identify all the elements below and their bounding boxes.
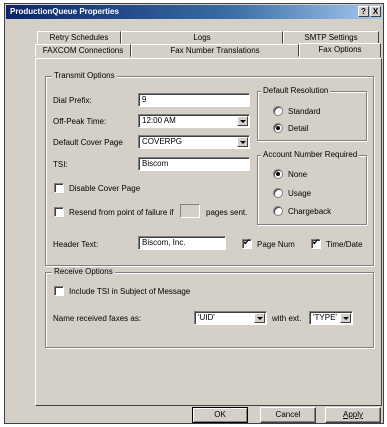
- cover-page-value: COVERPG: [142, 137, 183, 146]
- resend-label: Resend from point of failure if: [69, 208, 174, 217]
- transmit-options-group: Transmit Options Dial Prefix: 9 Off-Peak…: [45, 71, 374, 266]
- tab-fax-number-translations[interactable]: Fax Number Translations: [131, 44, 299, 57]
- tsi-input[interactable]: Biscom: [138, 157, 250, 171]
- header-text-input[interactable]: Biscom, Inc.: [138, 236, 226, 250]
- tab-faxcom-connections[interactable]: FAXCOM Connections: [35, 44, 131, 57]
- window-title: ProductionQueue Properties: [10, 7, 119, 16]
- resolution-detail-radio[interactable]: [273, 123, 283, 133]
- apply-label: Apply: [342, 410, 363, 419]
- time-date-label: Time/Date: [326, 240, 363, 249]
- page-num-checkbox[interactable]: [242, 237, 252, 249]
- cancel-button[interactable]: Cancel: [260, 407, 316, 423]
- tab-fax-options[interactable]: Fax Options: [299, 43, 381, 58]
- disable-cover-page-checkbox[interactable]: [54, 183, 64, 193]
- with-ext-label: with ext.: [272, 314, 302, 323]
- properties-dialog: ProductionQueue Properties ? X Retry Sch…: [4, 3, 384, 424]
- ok-label: OK: [214, 410, 226, 419]
- header-text-label: Header Text:: [53, 240, 99, 249]
- page-num-label: Page Num: [257, 240, 295, 249]
- transmit-options-legend: Transmit Options: [52, 71, 117, 80]
- account-number-group: Account Number Required None Usage Charg…: [257, 150, 367, 225]
- pages-sent-label: pages sent.: [206, 208, 248, 217]
- name-faxes-label: Name received faxes as:: [53, 314, 142, 323]
- name-faxes-select[interactable]: 'UID': [194, 311, 267, 325]
- receive-options-group: Receive Options Include TSI in Subject o…: [45, 267, 374, 348]
- include-tsi-checkbox[interactable]: [54, 286, 64, 296]
- close-button[interactable]: X: [370, 6, 381, 17]
- title-bar: ProductionQueue Properties ? X: [6, 5, 382, 19]
- default-resolution-group: Default Resolution Standard Detail: [257, 86, 367, 141]
- dial-prefix-input[interactable]: 9: [138, 93, 250, 107]
- ok-button[interactable]: OK: [192, 407, 248, 423]
- off-peak-time-value: 12:00 AM: [142, 116, 176, 125]
- resend-checkbox[interactable]: [54, 207, 64, 217]
- off-peak-time-label: Off-Peak Time:: [53, 117, 107, 126]
- account-usage-radio[interactable]: [273, 188, 283, 198]
- default-cover-page-label: Default Cover Page: [53, 138, 123, 147]
- help-button[interactable]: ?: [358, 6, 369, 17]
- account-number-legend: Account Number Required: [261, 150, 360, 159]
- resend-pages-input[interactable]: [180, 204, 200, 218]
- off-peak-time-select[interactable]: 12:00 AM: [138, 114, 250, 128]
- cover-page-select[interactable]: COVERPG: [138, 135, 250, 149]
- receive-options-legend: Receive Options: [52, 267, 115, 276]
- ext-select[interactable]: 'TYPE': [309, 311, 353, 325]
- tsi-label: TSI:: [53, 160, 68, 169]
- account-chargeback-radio[interactable]: [273, 206, 283, 216]
- time-date-checkbox[interactable]: [311, 237, 321, 249]
- chevron-down-icon[interactable]: [237, 137, 248, 147]
- default-resolution-legend: Default Resolution: [261, 86, 331, 95]
- ext-value: 'TYPE': [313, 313, 337, 322]
- dial-prefix-label: Dial Prefix:: [53, 96, 92, 105]
- include-tsi-label: Include TSI in Subject of Message: [69, 287, 191, 296]
- name-faxes-value: 'UID': [198, 313, 215, 322]
- resolution-standard-label: Standard: [288, 107, 321, 116]
- cancel-label: Cancel: [275, 410, 301, 419]
- resolution-detail-label: Detail: [288, 124, 309, 133]
- account-none-label: None: [288, 170, 308, 179]
- account-none-radio[interactable]: [273, 169, 283, 179]
- chevron-down-icon[interactable]: [254, 313, 265, 323]
- account-usage-label: Usage: [288, 189, 312, 198]
- chevron-down-icon[interactable]: [237, 116, 248, 126]
- disable-cover-page-label: Disable Cover Page: [69, 184, 141, 193]
- chevron-down-icon[interactable]: [340, 313, 351, 323]
- account-chargeback-label: Chargeback: [288, 207, 332, 216]
- tab-logs[interactable]: Logs: [121, 31, 283, 44]
- apply-button[interactable]: Apply: [325, 407, 381, 423]
- resolution-standard-radio[interactable]: [273, 106, 283, 116]
- fax-options-panel: Transmit Options Dial Prefix: 9 Off-Peak…: [35, 58, 382, 406]
- tab-retry-schedules[interactable]: Retry Schedules: [37, 31, 121, 44]
